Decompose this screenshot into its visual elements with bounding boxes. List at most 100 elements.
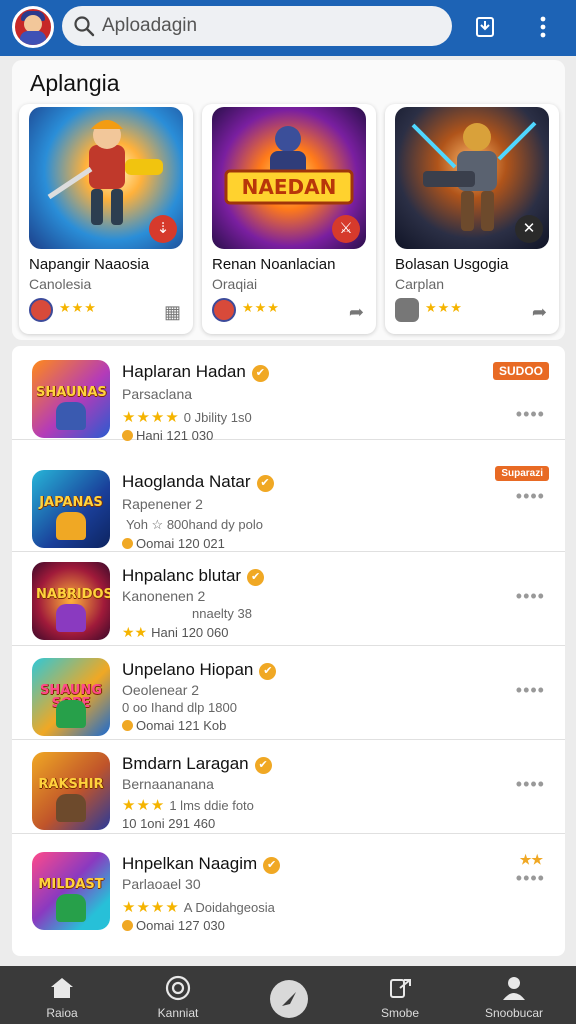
rating-badge: ★★ xyxy=(519,852,543,867)
featured-card-name: Renan Noanlacian xyxy=(212,256,336,273)
more-options-icon[interactable]: •••• xyxy=(516,680,545,701)
featured-section: Aplangia ⇣ Napangir Naaosia Canolesia ★★… xyxy=(12,60,565,340)
game-developer: Rapenener 2 xyxy=(122,496,203,512)
game-rating: Yoh ☆ 800hand dy polo xyxy=(126,517,263,532)
target-icon xyxy=(165,975,191,1001)
game-thumbnail: NABRIDOS xyxy=(32,562,110,640)
game-art: ⇣ xyxy=(29,107,183,249)
developer-logo-icon xyxy=(395,298,419,322)
nav-item-profile[interactable]: Snoobucar xyxy=(464,966,564,1024)
list-item[interactable]: MILDAST Hnpelkan Naagim ✔ Parlaoael 30 ★★… xyxy=(12,842,565,948)
nav-label: Smobe xyxy=(380,1006,420,1020)
list-item[interactable]: SHAUNAS Haplaran Hadan ✔ Parsaclana ★★★★ 0… xyxy=(12,346,565,443)
game-size: 10 1oni 291 460 xyxy=(122,816,216,831)
featured-card-subtitle: Carplan xyxy=(395,276,445,292)
more-options-icon[interactable]: •••• xyxy=(516,486,545,507)
search-placeholder: Aploadagin xyxy=(102,15,198,36)
featured-card-subtitle: Oraqiai xyxy=(212,276,258,292)
game-rating: ★★★★ A Doidahgeosia xyxy=(122,899,275,916)
verified-icon: ✔ xyxy=(256,475,274,492)
list-item[interactable]: JAPANAS Haoglanda Natar ✔ Rapenener 2 Yoh… xyxy=(12,458,565,552)
verified-icon: ✔ xyxy=(254,757,272,774)
game-size: Hani 121 030 xyxy=(122,428,213,443)
game-developer: Parlaoael 30 xyxy=(122,876,201,892)
game-thumbnail: SHAUNG SOPE xyxy=(32,658,110,736)
promo-badge: Suparazi xyxy=(495,466,549,481)
share-icon[interactable]: ➦ xyxy=(532,302,547,323)
game-size: Oomai 127 030 xyxy=(122,918,225,933)
featured-card-stars: ★★★ xyxy=(59,300,97,315)
game-thumbnail: RAKSHIR xyxy=(32,752,110,830)
featured-card-stars: ★★★ xyxy=(242,300,280,315)
more-options-icon[interactable]: •••• xyxy=(516,868,545,889)
game-name: Haplaran Hadan ✔ xyxy=(122,362,269,382)
bottom-navigation: Raioa Kanniat Smobe Snoobucar xyxy=(0,966,576,1024)
gift-icon[interactable]: ▦ xyxy=(164,302,181,323)
developer-avatar-icon xyxy=(29,298,53,322)
list-item[interactable]: NABRIDOS Hnpalanc blutar ✔ Kanonenen 2 nn… xyxy=(12,552,565,646)
game-developer: Kanonenen 2 xyxy=(122,588,206,604)
more-options-icon[interactable]: •••• xyxy=(516,774,545,795)
game-developer: Bernaananana xyxy=(122,776,214,792)
game-rating-text: nnaelty 38 xyxy=(192,606,252,621)
profile-icon xyxy=(503,977,525,1000)
close-badge-icon[interactable]: ✕ xyxy=(515,215,543,243)
game-developer: Oeolenear 2 xyxy=(122,682,200,698)
game-rating: ★★★ 1 lms ddie foto xyxy=(122,797,254,814)
game-art: ✕ xyxy=(395,107,549,249)
svg-text:NAEDAN: NAEDAN xyxy=(242,175,337,199)
controller-badge-icon[interactable]: ⚔ xyxy=(332,215,360,243)
game-thumbnail: MILDAST xyxy=(32,852,110,930)
nav-label: Snoobucar xyxy=(484,1006,544,1020)
game-rating: ★★★★ 0 Jbility 1s0 xyxy=(122,409,252,426)
game-size: ★★ Hani 120 060 xyxy=(122,624,229,640)
top-app-bar: Aploadagin xyxy=(0,0,576,56)
compass-icon[interactable] xyxy=(270,980,308,1018)
game-list: SHAUNAS Haplaran Hadan ✔ Parsaclana ★★★★ 0… xyxy=(12,346,565,956)
game-size: Oomai 120 021 xyxy=(122,536,225,551)
game-thumbnail: JAPANAS xyxy=(32,470,110,548)
featured-card-name: Napangir Naaosia xyxy=(29,256,150,273)
share-icon[interactable]: ➦ xyxy=(349,302,364,323)
download-history-icon[interactable] xyxy=(470,12,500,42)
more-options-icon[interactable]: •••• xyxy=(516,586,545,607)
featured-card-name: Bolasan Usgogia xyxy=(395,256,509,273)
game-developer: Parsaclana xyxy=(122,386,193,402)
verified-icon: ✔ xyxy=(263,857,281,874)
verified-icon: ✔ xyxy=(247,569,265,586)
search-icon xyxy=(74,16,95,37)
home-icon xyxy=(51,978,73,998)
nav-label: Kanniat xyxy=(157,1006,199,1020)
game-size: Oomai 121 Kob xyxy=(122,718,226,733)
nav-label: Raioa xyxy=(46,1006,78,1020)
featured-card-subtitle: Canolesia xyxy=(29,276,92,292)
more-vertical-icon[interactable] xyxy=(528,12,558,42)
nav-item-smobe[interactable]: Smobe xyxy=(350,966,450,1024)
game-name: Haoglanda Natar ✔ xyxy=(122,472,274,492)
share-box-icon xyxy=(390,979,411,998)
featured-title: Aplangia xyxy=(30,70,120,96)
verified-icon: ✔ xyxy=(259,663,277,680)
game-name: Bmdarn Laragan ✔ xyxy=(122,754,272,774)
download-badge-icon[interactable]: ⇣ xyxy=(149,215,177,243)
search-input[interactable]: Aploadagin xyxy=(62,6,452,46)
list-item[interactable]: RAKSHIR Bmdarn Laragan ✔ Bernaananana ★★★… xyxy=(12,740,565,834)
verified-icon: ✔ xyxy=(251,365,269,382)
game-name: Hnpelkan Naagim ✔ xyxy=(122,854,281,874)
promo-badge: SUDOO xyxy=(492,362,549,380)
game-name: Unpelano Hiopan ✔ xyxy=(122,660,277,680)
more-options-icon[interactable]: •••• xyxy=(516,404,545,425)
developer-avatar-icon xyxy=(212,298,236,322)
nav-item-home[interactable]: Raioa xyxy=(12,966,112,1024)
featured-card[interactable]: NAEDAN ⚔ Renan Noanlacian Oraqiai ★★★ ➦ xyxy=(202,104,376,334)
game-art: NAEDAN ⚔ xyxy=(212,107,366,249)
game-name: Hnpalanc blutar ✔ xyxy=(122,566,265,586)
game-thumbnail: SHAUNAS xyxy=(32,360,110,438)
game-rating: 0 oo Ihand dlp 1800 xyxy=(122,700,237,715)
nav-item-kanniat[interactable]: Kanniat xyxy=(128,966,228,1024)
featured-card[interactable]: ⇣ Napangir Naaosia Canolesia ★★★ ▦ xyxy=(19,104,193,334)
player-avatar-icon[interactable] xyxy=(12,6,54,48)
list-item[interactable]: SHAUNG SOPE Unpelano Hiopan✔ Oeolenear 2… xyxy=(12,646,565,740)
featured-card[interactable]: ✕ Bolasan Usgogia Carplan ★★★ ➦ xyxy=(385,104,559,334)
featured-card-stars: ★★★ xyxy=(425,300,463,315)
